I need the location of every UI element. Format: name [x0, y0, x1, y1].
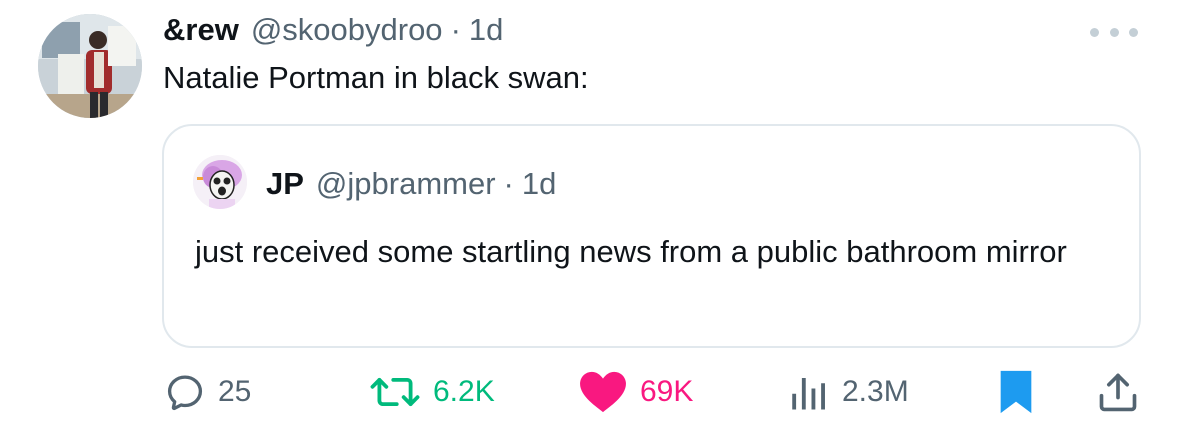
quoted-tweet-header: JP @jpbrammer · 1d: [266, 166, 556, 202]
tweet-text: Natalie Portman in black swan:: [163, 60, 589, 95]
retweet-button[interactable]: 6.2K: [369, 362, 495, 422]
quoted-user-handle[interactable]: @jpbrammer: [316, 166, 496, 202]
reply-count: 25: [218, 375, 252, 408]
views-count: 2.3M: [842, 375, 909, 408]
action-bar: 25 6.2K 69K 2.3M: [0, 362, 1179, 422]
bookmark-button[interactable]: [998, 362, 1034, 422]
views-button[interactable]: 2.3M: [786, 362, 909, 422]
share-button[interactable]: [1096, 362, 1140, 422]
retweet-count: 6.2K: [433, 375, 495, 408]
more-dot: [1129, 27, 1138, 37]
timestamp[interactable]: 1d: [469, 12, 503, 48]
separator: ·: [450, 12, 461, 47]
user-handle[interactable]: @skoobydroo: [251, 12, 443, 48]
more-icon[interactable]: [1090, 18, 1138, 46]
more-dot: [1090, 27, 1099, 37]
quoted-author-avatar[interactable]: [193, 155, 247, 209]
display-name[interactable]: &rew: [163, 12, 239, 48]
quoted-timestamp[interactable]: 1d: [522, 166, 556, 202]
more-dot: [1109, 27, 1119, 37]
views-icon: [792, 378, 825, 410]
quoted-tweet-text: just received some startling news from a…: [195, 234, 1067, 269]
reply-button[interactable]: 25: [164, 362, 251, 422]
like-count: 69K: [640, 375, 694, 408]
quoted-display-name[interactable]: JP: [266, 166, 304, 202]
bookmark-icon: [1000, 370, 1032, 414]
share-icon: [1099, 373, 1137, 412]
author-photo: [38, 14, 142, 118]
quoted-author-avatar-illustration: [193, 155, 247, 209]
like-icon: [580, 371, 626, 413]
author-avatar[interactable]: [38, 14, 142, 118]
tweet-header: &rew @skoobydroo · 1d: [163, 12, 503, 52]
reply-icon: [167, 375, 203, 411]
retweet-icon: [370, 377, 420, 407]
separator: ·: [503, 166, 514, 201]
quoted-tweet-card[interactable]: JP @jpbrammer · 1d just received some st…: [162, 124, 1141, 348]
like-button[interactable]: 69K: [578, 362, 693, 422]
